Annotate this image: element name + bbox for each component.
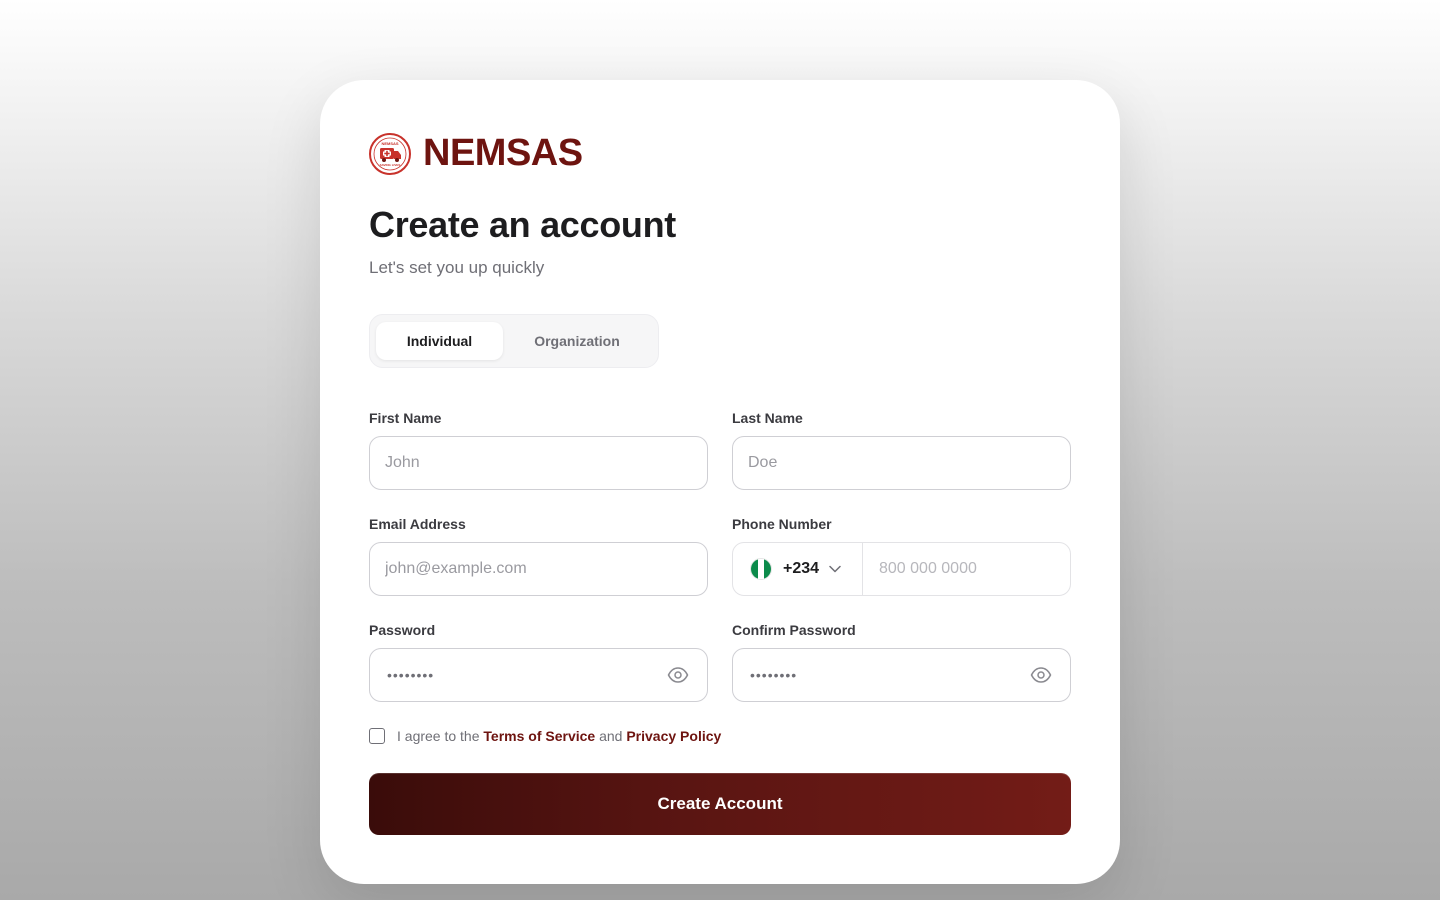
confirm-password-value: •••••••• [750, 667, 798, 683]
brand-name: NEMSAS [423, 132, 583, 174]
agreement-conjunction: and [599, 728, 623, 744]
signup-card: NEMSAS SAVING LIVES NEMSAS Create an acc… [320, 80, 1120, 884]
country-code: +234 [783, 560, 820, 577]
chevron-down-icon [829, 565, 841, 573]
terms-link[interactable]: Terms of Service [483, 728, 595, 744]
tab-organization[interactable]: Organization [510, 322, 644, 360]
brand: NEMSAS SAVING LIVES NEMSAS [369, 132, 583, 175]
agreement-prefix: I agree to the [397, 728, 480, 744]
tab-individual[interactable]: Individual [376, 322, 503, 360]
create-account-button[interactable]: Create Account [369, 773, 1071, 835]
country-code-selector[interactable]: +234 [733, 543, 863, 595]
logo-text-bottom: SAVING LIVES [380, 163, 401, 167]
eye-icon[interactable] [1030, 666, 1052, 684]
ambulance-icon: NEMSAS SAVING LIVES [369, 132, 411, 175]
agreement-row: I agree to the Terms of Service and Priv… [369, 728, 721, 744]
first-name-input[interactable] [385, 437, 665, 489]
nigeria-flag-icon [750, 558, 772, 580]
agreement-text: I agree to the Terms of Service and Priv… [397, 728, 721, 744]
first-name-label: First Name [369, 410, 442, 426]
confirm-password-field[interactable]: •••••••• [732, 648, 1071, 702]
first-name-field [369, 436, 708, 490]
eye-icon[interactable] [667, 666, 689, 684]
phone-input[interactable] [879, 543, 1059, 595]
agreement-checkbox[interactable] [369, 728, 385, 744]
last-name-label: Last Name [732, 410, 803, 426]
confirm-password-label: Confirm Password [732, 622, 856, 638]
password-value: •••••••• [387, 667, 435, 683]
phone-field: +234 [732, 542, 1071, 596]
phone-label: Phone Number [732, 516, 832, 532]
email-field [369, 542, 708, 596]
privacy-link[interactable]: Privacy Policy [626, 728, 721, 744]
last-name-input[interactable] [748, 437, 1028, 489]
email-label: Email Address [369, 516, 466, 532]
password-field[interactable]: •••••••• [369, 648, 708, 702]
logo-text-top: NEMSAS [381, 141, 398, 146]
password-label: Password [369, 622, 436, 638]
page-subtitle: Let's set you up quickly [369, 258, 545, 277]
email-input[interactable] [385, 543, 665, 595]
last-name-field [732, 436, 1071, 490]
account-type-toggle: Individual Organization [369, 314, 659, 368]
page-title: Create an account [369, 204, 676, 245]
